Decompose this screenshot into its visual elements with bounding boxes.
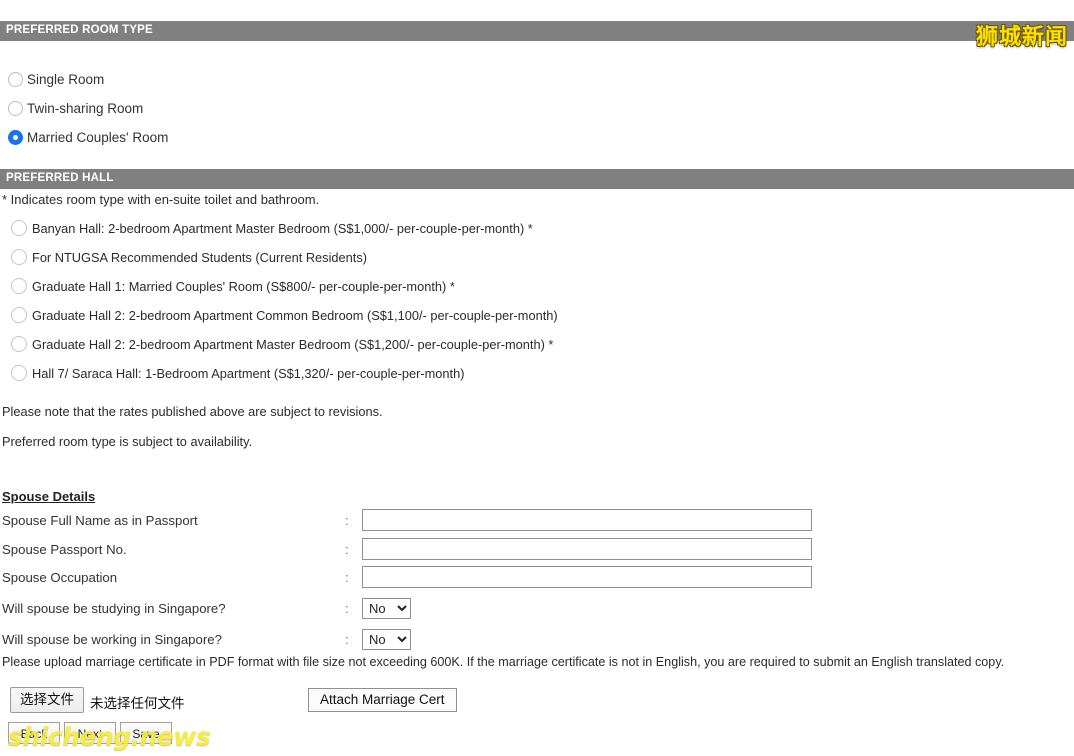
spouse-details-heading: Spouse Details xyxy=(2,489,96,504)
room-type-option-twin-label: Twin-sharing Room xyxy=(27,100,144,116)
label-spouse-passport-no: Spouse Passport No. xyxy=(2,542,127,557)
form-page: PREFERRED ROOM TYPE Single Room Twin-sha… xyxy=(0,0,1074,756)
spouse-passport-no-input[interactable] xyxy=(362,538,812,560)
hall-option-graduate-hall-2-common[interactable]: Graduate Hall 2: 2-bedroom Apartment Com… xyxy=(11,305,558,325)
radio-icon-graduate-hall-1[interactable] xyxy=(11,278,27,294)
colon-spouse-working: : xyxy=(345,632,349,647)
section-header-room-type: PREFERRED ROOM TYPE xyxy=(0,21,1074,41)
section-header-preferred-hall: PREFERRED HALL xyxy=(0,169,1074,189)
hall-option-banyan-label: Banyan Hall: 2-bedroom Apartment Master … xyxy=(32,220,533,236)
spouse-full-name-input[interactable] xyxy=(362,509,812,531)
room-type-option-single-label: Single Room xyxy=(27,71,105,87)
hall-option-hall7-saraca-label: Hall 7/ Saraca Hall: 1-Bedroom Apartment… xyxy=(32,365,465,381)
en-suite-note: * Indicates room type with en-suite toil… xyxy=(2,192,320,207)
hall-option-graduate-hall-2-master-label: Graduate Hall 2: 2-bedroom Apartment Mas… xyxy=(32,336,554,352)
marriage-cert-upload-note: Please upload marriage certificate in PD… xyxy=(2,655,1005,669)
hall-option-ntugsa-label: For NTUGSA Recommended Students (Current… xyxy=(32,249,367,265)
back-button[interactable]: Back xyxy=(8,722,60,744)
radio-icon-hall7-saraca[interactable] xyxy=(11,365,27,381)
hall-option-graduate-hall-2-master[interactable]: Graduate Hall 2: 2-bedroom Apartment Mas… xyxy=(11,334,553,354)
radio-icon-twin-sharing-room[interactable] xyxy=(8,100,23,116)
save-button[interactable]: Save xyxy=(120,722,172,744)
label-spouse-studying: Will spouse be studying in Singapore? xyxy=(2,601,226,616)
next-button[interactable]: Next xyxy=(64,722,116,744)
colon-spouse-full-name: : xyxy=(345,513,349,528)
section-header-room-type-label: PREFERRED ROOM TYPE xyxy=(6,24,153,36)
radio-icon-ntugsa-recommended[interactable] xyxy=(11,249,27,265)
spouse-occupation-input[interactable] xyxy=(362,566,812,588)
label-spouse-full-name: Spouse Full Name as in Passport xyxy=(2,513,198,528)
attach-marriage-cert-button[interactable]: Attach Marriage Cert xyxy=(308,688,457,712)
colon-spouse-passport-no: : xyxy=(345,542,349,557)
label-spouse-working: Will spouse be working in Singapore? xyxy=(2,632,222,647)
radio-icon-graduate-hall-2-common[interactable] xyxy=(11,307,27,323)
room-type-option-single[interactable]: Single Room xyxy=(8,68,104,90)
colon-spouse-occupation: : xyxy=(345,570,349,585)
hall-option-hall7-saraca[interactable]: Hall 7/ Saraca Hall: 1-Bedroom Apartment… xyxy=(11,363,464,383)
hall-option-graduate-hall-2-common-label: Graduate Hall 2: 2-bedroom Apartment Com… xyxy=(32,307,558,323)
rates-revision-note: Please note that the rates published abo… xyxy=(2,404,383,419)
choose-file-button[interactable]: 选择文件 xyxy=(10,687,84,713)
room-type-option-twin[interactable]: Twin-sharing Room xyxy=(8,97,143,119)
hall-option-graduate-hall-1[interactable]: Graduate Hall 1: Married Couples' Room (… xyxy=(11,276,455,296)
hall-option-banyan[interactable]: Banyan Hall: 2-bedroom Apartment Master … xyxy=(11,218,533,238)
hall-option-graduate-hall-1-label: Graduate Hall 1: Married Couples' Room (… xyxy=(32,278,455,294)
section-header-preferred-hall-label: PREFERRED HALL xyxy=(6,172,114,184)
spouse-working-select[interactable]: NoYes xyxy=(362,629,411,650)
room-type-option-married[interactable]: Married Couples' Room xyxy=(8,126,168,148)
room-type-option-married-label: Married Couples' Room xyxy=(27,129,169,145)
label-spouse-occupation: Spouse Occupation xyxy=(2,570,118,585)
availability-note: Preferred room type is subject to availa… xyxy=(2,434,253,449)
radio-icon-married-couples-room[interactable] xyxy=(8,129,23,145)
spouse-studying-select[interactable]: NoYes xyxy=(362,598,411,619)
radio-icon-single-room[interactable] xyxy=(8,71,23,87)
radio-icon-graduate-hall-2-master[interactable] xyxy=(11,336,27,352)
colon-spouse-studying: : xyxy=(345,601,349,616)
hall-option-ntugsa[interactable]: For NTUGSA Recommended Students (Current… xyxy=(11,247,367,267)
file-selection-status: 未选择任何文件 xyxy=(90,696,185,711)
radio-icon-banyan-hall[interactable] xyxy=(11,220,27,236)
